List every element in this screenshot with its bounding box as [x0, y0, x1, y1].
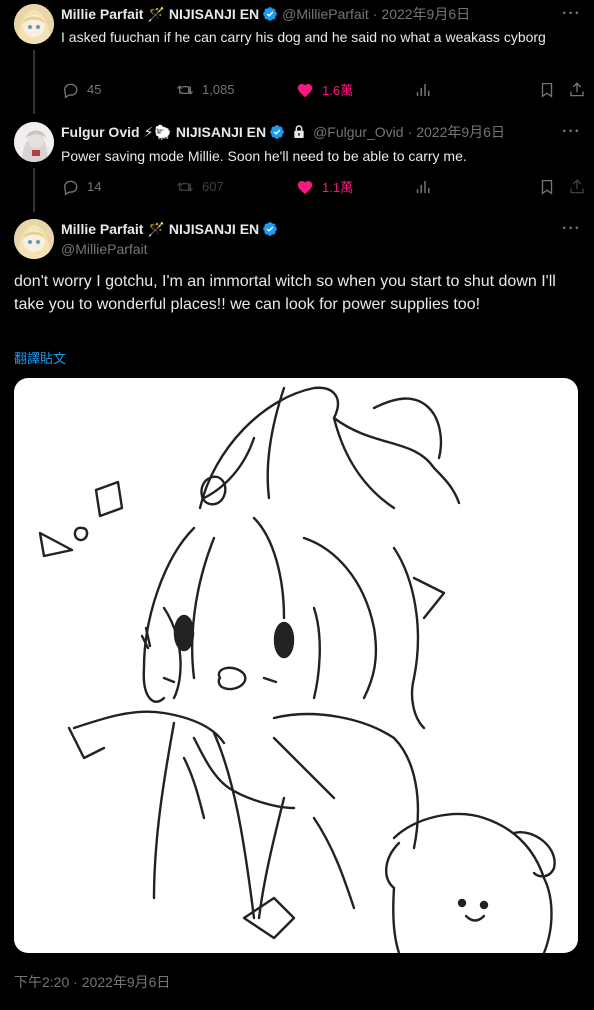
more-options-icon[interactable]: ··· [562, 220, 581, 238]
bookmark-icon [541, 179, 553, 195]
handle[interactable]: @MillieParfait [282, 5, 369, 23]
avatar-fulgur-image [14, 122, 54, 162]
chibi-drawing-image [38, 386, 556, 953]
avatar-millie-image [14, 219, 54, 259]
views-icon [416, 83, 430, 96]
sheep-emoji: 🐑 [154, 124, 172, 140]
reply-icon [64, 180, 78, 196]
org-name[interactable]: NIJISANJI EN [169, 220, 259, 238]
reply-icon [64, 83, 78, 99]
handle[interactable]: @MillieParfait [61, 240, 148, 258]
like-count: 1.6萬 [322, 83, 354, 98]
views-icon [416, 180, 430, 193]
more-options-icon[interactable]: ··· [562, 123, 581, 141]
retweet-icon [177, 84, 193, 95]
display-name[interactable]: Millie Parfait [61, 5, 143, 23]
heart-filled-icon [297, 83, 313, 97]
main-tweet-handle-row: @MillieParfait [61, 240, 148, 258]
separator-dot: · [407, 124, 413, 140]
verified-badge-icon[interactable] [262, 6, 278, 22]
tweet-timestamp[interactable]: 下午2:20 · 2022年9月6日 [14, 972, 170, 992]
avatar[interactable] [14, 4, 54, 44]
wand-emoji: 🪄 [147, 6, 165, 22]
retweet-icon [177, 181, 193, 192]
org-name[interactable]: NIJISANJI EN [176, 123, 266, 141]
circle-mark [73, 526, 89, 542]
wand-emoji: 🪄 [147, 221, 165, 237]
like-count: 1.1萬 [322, 180, 354, 195]
main-tweet-header: Millie Parfait 🪄 NIJISANJI EN [61, 220, 278, 238]
display-name[interactable]: Fulgur Ovid [61, 123, 140, 141]
heart-filled-icon [297, 180, 313, 194]
lock-icon [294, 125, 304, 138]
verified-badge-icon[interactable] [262, 221, 278, 237]
tweet-media-image[interactable] [14, 378, 578, 953]
retweet-button[interactable]: 607 [176, 178, 296, 196]
views-button[interactable] [416, 178, 538, 196]
tweet-2-actions: 14 607 1.1萬 [61, 177, 586, 196]
separator-dot: · [372, 6, 378, 22]
display-name[interactable]: Millie Parfait [61, 220, 143, 238]
org-name[interactable]: NIJISANJI EN [169, 5, 259, 23]
thread-line [33, 168, 35, 212]
share-button[interactable] [568, 178, 586, 196]
tweet-1-text: I asked fuuchan if he can carry his dog … [61, 29, 546, 45]
reply-button[interactable]: 45 [61, 81, 176, 99]
bookmark-button[interactable] [538, 178, 568, 196]
like-button[interactable]: 1.1萬 [296, 177, 416, 196]
retweet-count: 1,085 [202, 82, 235, 97]
avatar[interactable] [14, 122, 54, 162]
retweet-count: 607 [202, 179, 224, 194]
share-button[interactable] [568, 81, 586, 99]
tweet-2-header: Fulgur Ovid ⚡ 🐑 NIJISANJI EN @Fulgur_Ovi… [61, 123, 505, 141]
bookmark-button[interactable] [538, 81, 568, 99]
verified-badge-icon[interactable] [269, 124, 285, 140]
more-options-icon[interactable]: ··· [562, 5, 581, 23]
handle[interactable]: @Fulgur_Ovid [313, 123, 403, 141]
reply-count: 14 [87, 179, 102, 194]
tweet-2-text: Power saving mode Millie. Soon he'll nee… [61, 148, 467, 164]
views-button[interactable] [416, 81, 538, 99]
retweet-button[interactable]: 1,085 [176, 81, 296, 99]
reply-button[interactable]: 14 [61, 178, 176, 196]
tweet-date[interactable]: 2022年9月6日 [416, 123, 505, 141]
avatar-millie-image [14, 4, 54, 44]
bolt-emoji: ⚡ [143, 124, 154, 140]
triangle-mark [38, 531, 74, 558]
square-mark [94, 480, 124, 518]
share-icon [570, 178, 584, 193]
tweet-date[interactable]: 2022年9月6日 [381, 5, 470, 23]
bookmark-icon [541, 82, 553, 98]
reply-count: 45 [87, 82, 102, 97]
translate-post-link[interactable]: 翻譯貼文 [14, 348, 66, 367]
main-tweet-text: don't worry I gotchu, I'm an immortal wi… [14, 273, 556, 313]
avatar[interactable] [14, 219, 54, 259]
tweet-1-header: Millie Parfait 🪄 NIJISANJI EN @MilliePar… [61, 5, 470, 23]
like-button[interactable]: 1.6萬 [296, 80, 416, 99]
share-icon [570, 81, 584, 96]
thread-line [33, 50, 35, 114]
tweet-1-actions: 45 1,085 1.6萬 [61, 80, 586, 99]
